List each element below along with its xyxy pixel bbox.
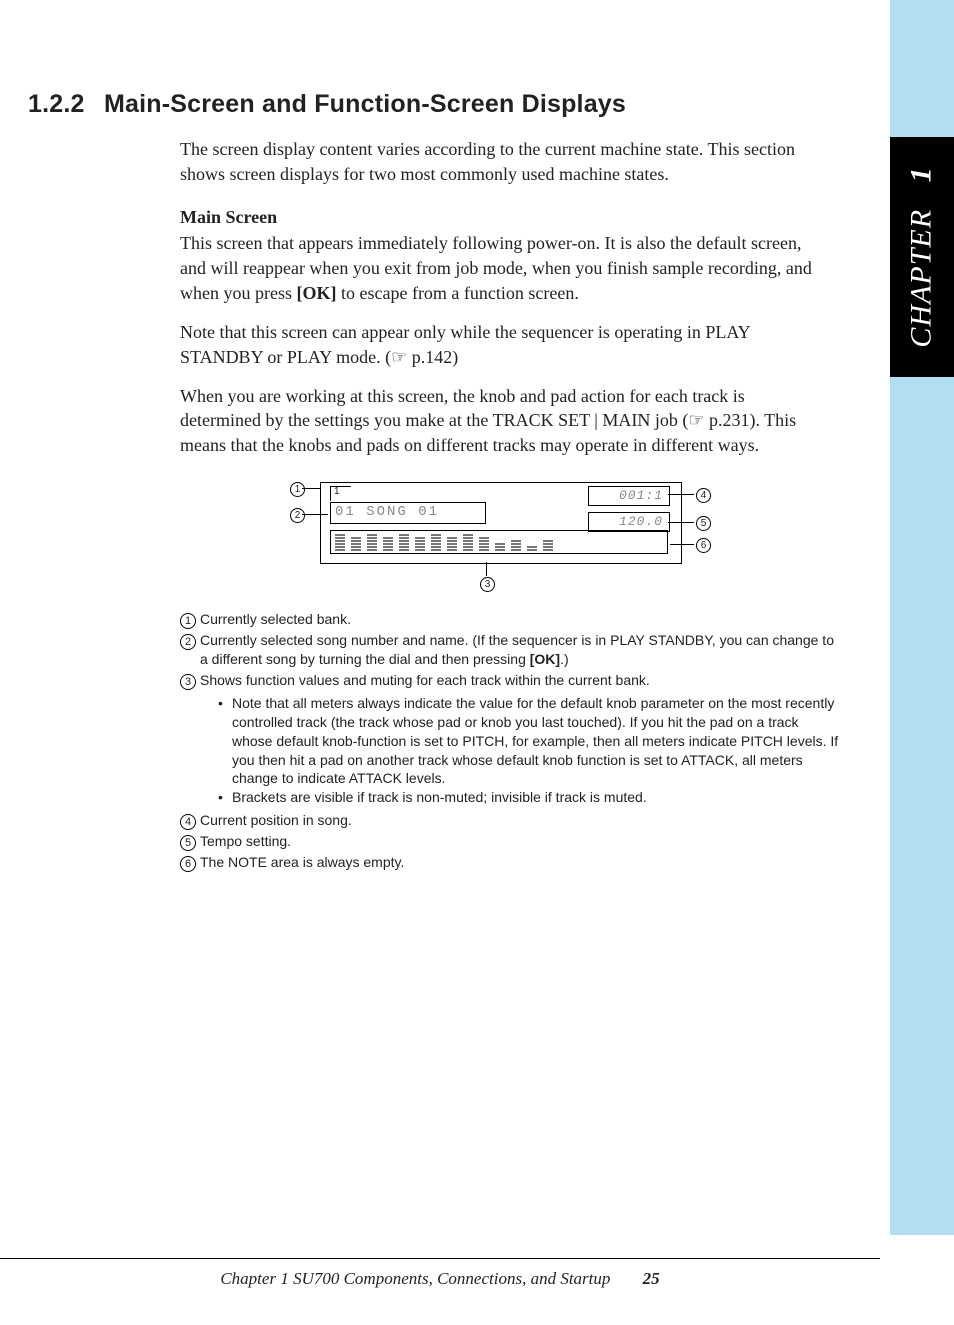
chapter-label: CHAPTER [905,209,938,348]
note-item: 3Shows function values and muting for ea… [180,671,840,690]
section-title: Main-Screen and Function-Screen Displays [104,90,626,118]
callout-4: 4 [696,488,711,503]
note-item: 5Tempo setting. [180,832,840,851]
page-footer: Chapter 1 SU700 Components, Connections,… [0,1258,880,1289]
page-ref: ☞ p.231 [688,410,749,430]
intro-paragraph: The screen display content varies accord… [180,137,820,187]
note-item: 4Current position in song. [180,811,840,830]
note-item: 6The NOTE area is always empty. [180,853,840,872]
lcd-diagram: 1 01 SONG 01 001:1 120.0 1 2 3 4 5 6 [290,472,710,592]
callout-6: 6 [696,538,711,553]
page-content: 1.2.2Main-Screen and Function-Screen Dis… [0,0,880,1325]
track-meters [330,530,668,554]
song-display: 01 SONG 01 [330,502,486,524]
position-display: 001:1 [588,486,670,506]
chapter-tab: CHAPTER 1 [890,137,954,377]
note-item: 1Currently selected bank. [180,610,840,629]
bank-indicator: 1 [330,486,351,501]
callout-2: 2 [290,508,305,523]
note-item: 2Currently selected song number and name… [180,631,840,669]
callout-5: 5 [696,516,711,531]
callout-notes: 1Currently selected bank. 2Currently sele… [180,610,840,872]
ok-key: [OK] [296,283,336,303]
page-number: 25 [643,1269,660,1288]
paragraph-3: When you are working at this screen, the… [180,384,820,458]
sidebar: CHAPTER 1 [890,0,954,1235]
footer-text: Chapter 1 SU700 Components, Connections,… [220,1269,610,1288]
chapter-number: 1 [905,166,938,182]
paragraph-1: This screen that appears immediately fol… [180,231,820,305]
page-ref: ☞ p.142 [391,347,452,367]
callout-1: 1 [290,482,305,497]
paragraph-2: Note that this screen can appear only wh… [180,320,820,370]
tempo-display: 120.0 [588,512,670,532]
section-heading: 1.2.2Main-Screen and Function-Screen Dis… [104,90,880,119]
section-number: 1.2.2 [28,90,104,119]
subheading: Main Screen [180,205,820,230]
callout-3: 3 [480,577,495,592]
